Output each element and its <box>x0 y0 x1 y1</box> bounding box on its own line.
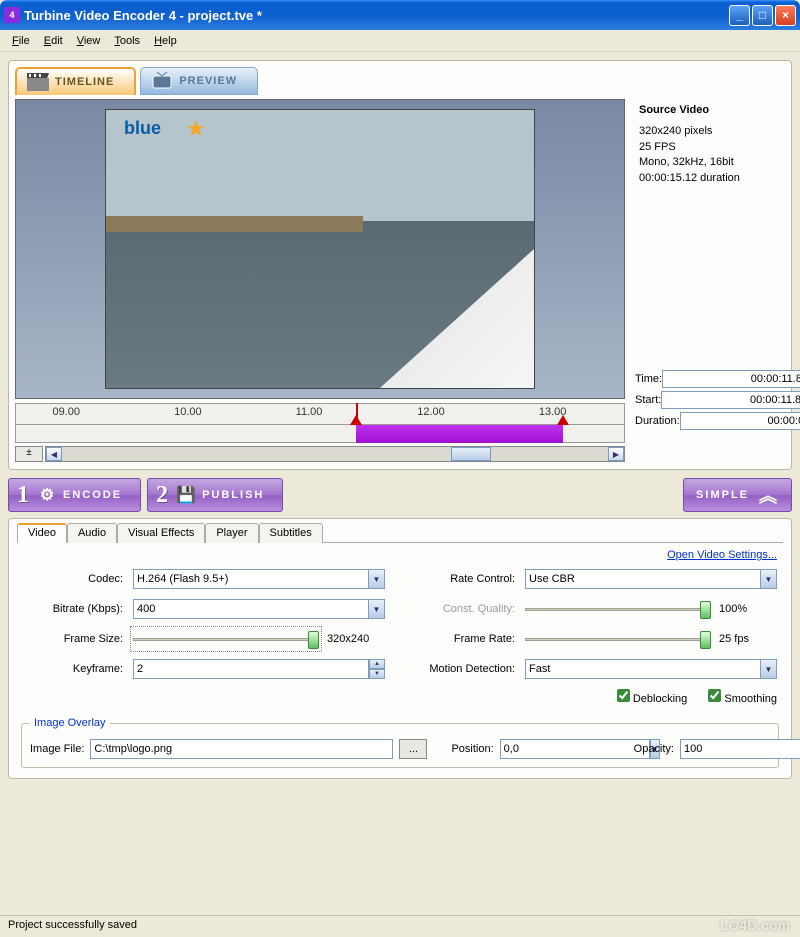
encode-button[interactable]: 1 ⚙ ENCODE <box>8 478 141 512</box>
titlebar: 4 Turbine Video Encoder 4 - project.tve … <box>0 0 800 30</box>
chevron-down-icon: ▼ <box>760 569 777 589</box>
subtab-video[interactable]: Video <box>17 523 67 543</box>
motion-detection-select[interactable]: ▼ <box>525 659 777 679</box>
clapper-icon <box>27 73 49 91</box>
chevron-down-icon: ▼ <box>368 569 385 589</box>
frame-rate-slider[interactable] <box>525 629 711 649</box>
settings-panel: Video Audio Visual Effects Player Subtit… <box>8 518 792 779</box>
subtab-subtitles[interactable]: Subtitles <box>259 523 323 543</box>
status-text: Project successfully saved <box>8 919 137 931</box>
marker-start[interactable] <box>350 415 362 425</box>
watermark: LO4D.com <box>720 917 790 933</box>
menubar: File Edit View Tools Help <box>0 30 800 52</box>
close-button[interactable]: × <box>775 5 796 26</box>
spin-up-icon[interactable]: ▲ <box>369 659 385 669</box>
opacity-select[interactable]: ▼ <box>680 739 770 759</box>
tab-preview[interactable]: PREVIEW <box>140 67 258 95</box>
rate-control-select[interactable]: ▼ <box>525 569 777 589</box>
browse-button[interactable]: ... <box>399 739 427 759</box>
menu-help[interactable]: Help <box>148 33 183 49</box>
image-overlay-group: Image Overlay Image File: ... Position: … <box>21 717 779 768</box>
timeline-selection[interactable] <box>15 425 625 443</box>
timeline-scrollbar[interactable]: ◀ ▶ <box>45 446 625 462</box>
timeline-ruler[interactable]: 09.00 10.00 11.00 12.00 13.00 <box>15 403 625 425</box>
subtab-audio[interactable]: Audio <box>67 523 117 543</box>
chevron-up-icon: ︽ <box>759 482 779 508</box>
spin-down-icon[interactable]: ▼ <box>369 669 385 679</box>
duration-field[interactable] <box>680 412 800 430</box>
deblocking-checkbox[interactable]: Deblocking <box>617 693 687 705</box>
video-preview[interactable]: blue ★ <box>15 99 625 399</box>
menu-file[interactable]: File <box>6 33 36 49</box>
overlay-logo: blue <box>124 118 161 139</box>
menu-edit[interactable]: Edit <box>38 33 69 49</box>
tab-preview-label: PREVIEW <box>179 75 237 87</box>
subtab-visual-effects[interactable]: Visual Effects <box>117 523 205 543</box>
tv-icon <box>151 72 173 90</box>
simple-button[interactable]: SIMPLE ︽ <box>683 478 792 512</box>
keyframe-spinner[interactable]: ▲▼ <box>133 659 385 679</box>
zoom-button[interactable]: ± <box>15 446 43 462</box>
tab-timeline-label: TIMELINE <box>55 76 114 88</box>
marker-end[interactable] <box>557 415 569 425</box>
scroll-right-icon[interactable]: ▶ <box>608 447 624 461</box>
preview-panel: TIMELINE PREVIEW blue ★ <box>8 60 792 470</box>
publish-button[interactable]: 2 💾 PUBLISH <box>147 478 283 512</box>
image-file-field[interactable] <box>90 739 393 759</box>
app-icon: 4 <box>4 7 20 23</box>
scroll-thumb[interactable] <box>451 447 491 461</box>
disk-icon: 💾 <box>176 484 198 506</box>
star-icon: ★ <box>186 116 206 142</box>
gears-icon: ⚙ <box>37 484 59 506</box>
tab-timeline[interactable]: TIMELINE <box>15 67 136 95</box>
status-bar: Project successfully saved <box>0 915 800 937</box>
source-info: Source Video 320x240 pixels 25 FPS Mono,… <box>635 99 785 190</box>
subtab-player[interactable]: Player <box>205 523 258 543</box>
chevron-down-icon: ▼ <box>368 599 385 619</box>
time-field[interactable] <box>662 370 800 388</box>
codec-select[interactable]: ▼ <box>133 569 385 589</box>
const-quality-slider[interactable] <box>525 599 711 619</box>
window-title: Turbine Video Encoder 4 - project.tve * <box>24 8 729 23</box>
chevron-down-icon: ▼ <box>760 659 777 679</box>
bitrate-select[interactable]: ▼ <box>133 599 385 619</box>
maximize-button[interactable]: □ <box>752 5 773 26</box>
frame-size-slider[interactable] <box>133 629 319 649</box>
scroll-left-icon[interactable]: ◀ <box>46 447 62 461</box>
minimize-button[interactable]: _ <box>729 5 750 26</box>
source-heading: Source Video <box>639 103 781 118</box>
menu-tools[interactable]: Tools <box>108 33 146 49</box>
position-select[interactable]: ▼ <box>500 739 610 759</box>
smoothing-checkbox[interactable]: Smoothing <box>708 693 777 705</box>
menu-view[interactable]: View <box>71 33 107 49</box>
start-field[interactable] <box>661 391 800 409</box>
open-video-settings-link[interactable]: Open Video Settings... <box>667 549 777 561</box>
